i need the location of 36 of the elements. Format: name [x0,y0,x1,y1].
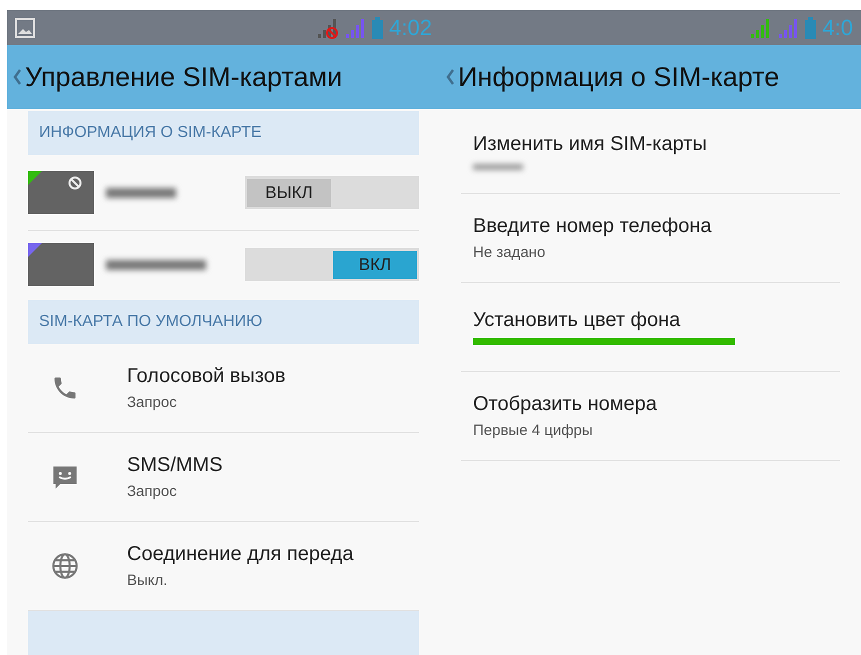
section-header: ИНФОРМАЦИЯ О SIM-КАРТЕ [28,111,419,155]
toggle-thumb: ВКЛ [333,250,417,279]
item-title: Соединение для переда [127,543,354,566]
item-title: Изменить имя SIM-карты [473,132,707,156]
toggle-switch[interactable]: ВЫКЛ [245,176,419,210]
status-time: 4:02 [389,14,432,40]
item-title: Установить цвет фона [473,309,682,332]
settings-item[interactable]: Голосовой вызов Запрос [28,344,419,433]
battery-icon [372,16,384,38]
item-subtitle: Не задано [473,244,546,261]
item-subtitle: Запрос [127,483,178,500]
back-chevron-icon[interactable] [13,69,21,85]
item-title: Отобразить номера [473,393,657,416]
back-chevron-icon[interactable] [446,69,454,85]
screen-title: Управление SIM-картами [25,62,342,92]
section-header: SIM-КАРТА ПО УМОЛЧАНИЮ [28,300,419,344]
settings-item[interactable]: Введите номер телефона Не задано [461,194,840,283]
item-subtitle: Запрос [127,394,178,411]
item-subtitle: Выкл. [127,572,168,589]
item-title: Голосовой вызов [127,365,286,388]
settings-item[interactable]: Изменить имя SIM-карты [461,109,840,194]
status-time: 4:0 [822,14,853,40]
item-title: SMS/MMS [127,454,223,477]
toggle-switch[interactable]: ВКЛ [245,248,419,282]
battery-icon [805,16,816,38]
settings-item[interactable]: Отобразить номера Первые 4 цифры [461,372,840,461]
toggle-thumb: ВЫКЛ [247,178,331,207]
screen-title: Информация о SIM-карте [458,62,780,92]
settings-item[interactable]: SMS/MMS Запрос [28,433,419,522]
settings-item[interactable]: Установить цвет фона [461,283,840,372]
item-title: Введите номер телефона [473,215,712,238]
blurred-name [106,188,176,198]
blurred-name [473,164,523,170]
globe-icon [51,552,79,580]
image-icon [15,18,35,38]
item-subtitle: Первые 4 цифры [473,422,594,439]
